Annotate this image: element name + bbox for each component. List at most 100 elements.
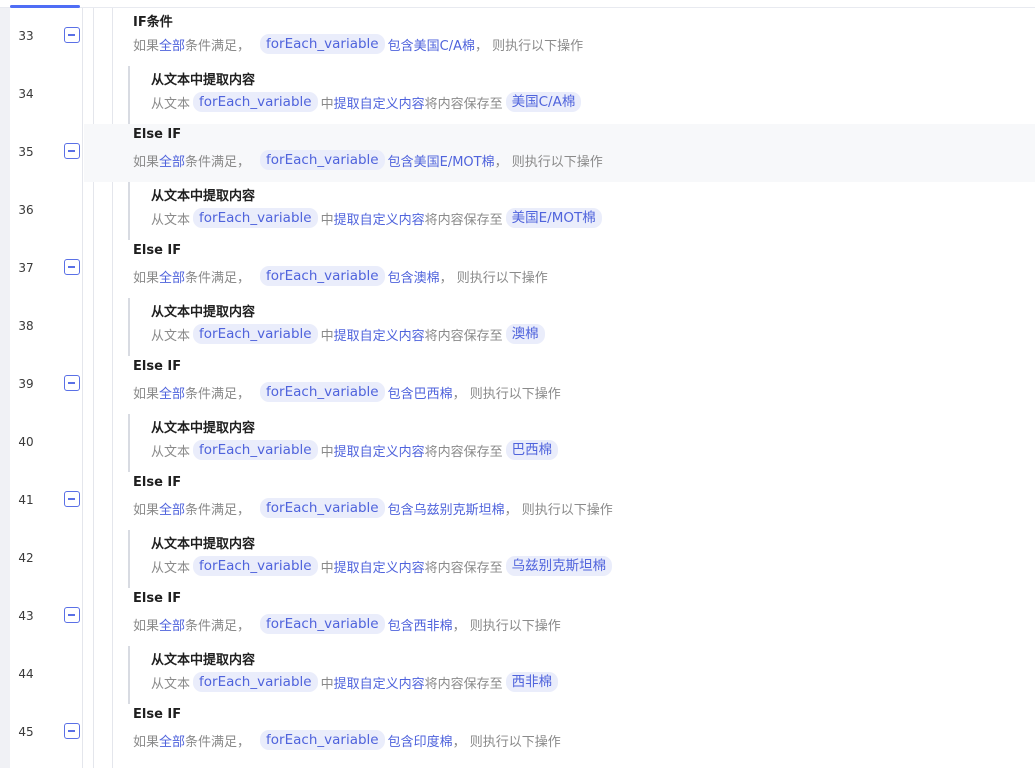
from-text-label: 从文本 bbox=[151, 96, 191, 112]
condition-value[interactable]: 乌兹别克斯坦棉 bbox=[414, 499, 505, 518]
collapse-minus-icon[interactable] bbox=[64, 491, 80, 507]
condition-step-row[interactable]: 43 Else IF 如果 全部 条件满足， forEach_variable 包含 西非棉，… bbox=[0, 588, 1035, 646]
condition-step-row[interactable]: 33 IF条件 如果 全部 条件满足， forEach_variable 包含 美国C/A棉，… bbox=[0, 8, 1035, 66]
condition-value[interactable]: 美国E/MOT棉 bbox=[414, 151, 495, 170]
conditions-met-text: 条件满足， bbox=[185, 154, 251, 170]
condition-title: Else IF bbox=[133, 475, 182, 490]
action-description: 从文本 forEach_variable 中提取自定义内容 将内容保存至 美国E/MOT… bbox=[151, 208, 605, 228]
operator-contains[interactable]: 包含 bbox=[388, 615, 414, 634]
operator-contains[interactable]: 包含 bbox=[388, 267, 414, 286]
extract-step-row[interactable]: 36 从文本中提取内容 从文本 forEach_variable 中提取自定义内容 将内容… bbox=[0, 182, 1035, 240]
operator-contains[interactable]: 包含 bbox=[388, 499, 414, 518]
extract-step-row[interactable]: 34 从文本中提取内容 从文本 forEach_variable 中提取自定义内容 将内容… bbox=[0, 66, 1035, 124]
match-all-link[interactable]: 全部 bbox=[159, 499, 185, 518]
line-number: 41 bbox=[18, 493, 34, 507]
line-number: 43 bbox=[18, 609, 34, 623]
condition-step-row[interactable]: 45 Else IF 如果 全部 条件满足， forEach_variable 包含 印度棉，… bbox=[0, 704, 1035, 762]
match-all-link[interactable]: 全部 bbox=[159, 35, 185, 54]
extract-mode-link[interactable]: 提取自定义内容 bbox=[334, 93, 425, 112]
condition-value[interactable]: 西非棉 bbox=[414, 615, 453, 634]
middle-text: 中 bbox=[320, 444, 334, 460]
collapse-minus-icon[interactable] bbox=[64, 607, 80, 623]
condition-step-row[interactable]: 39 Else IF 如果 全部 条件满足， forEach_variable 包含 巴西棉，… bbox=[0, 356, 1035, 414]
match-all-link[interactable]: 全部 bbox=[159, 151, 185, 170]
variable-chip[interactable]: forEach_variable bbox=[193, 440, 318, 460]
variable-chip[interactable]: forEach_variable bbox=[260, 34, 385, 54]
operator-contains[interactable]: 包含 bbox=[388, 383, 414, 402]
condition-title: IF条件 bbox=[133, 15, 173, 30]
extract-mode-link[interactable]: 提取自定义内容 bbox=[334, 209, 425, 228]
operator-contains[interactable]: 包含 bbox=[388, 731, 414, 750]
conditions-met-text: 条件满足， bbox=[185, 502, 251, 518]
collapse-minus-icon[interactable] bbox=[64, 723, 80, 739]
nested-step-bar bbox=[128, 646, 130, 704]
target-variable-chip[interactable]: 澳棉 bbox=[505, 324, 545, 344]
then-execute-text: ， 则执行以下操作 bbox=[439, 270, 548, 286]
collapse-minus-icon[interactable] bbox=[64, 375, 80, 391]
extract-mode-link[interactable]: 提取自定义内容 bbox=[334, 673, 425, 692]
middle-text: 中 bbox=[320, 96, 334, 112]
then-execute-text: ， 则执行以下操作 bbox=[452, 734, 561, 750]
operator-contains[interactable]: 包含 bbox=[388, 151, 414, 170]
condition-title: Else IF bbox=[133, 243, 182, 258]
condition-value[interactable]: 澳棉 bbox=[414, 267, 440, 286]
variable-chip[interactable]: forEach_variable bbox=[260, 614, 385, 634]
condition-title: Else IF bbox=[133, 127, 182, 142]
line-number: 45 bbox=[18, 725, 34, 739]
variable-chip[interactable]: forEach_variable bbox=[193, 672, 318, 692]
extract-step-row[interactable]: 38 从文本中提取内容 从文本 forEach_variable 中提取自定义内容 将内容… bbox=[0, 298, 1035, 356]
condition-value[interactable]: 巴西棉 bbox=[414, 383, 453, 402]
condition-step-row[interactable]: 35 Else IF 如果 全部 条件满足， forEach_variable 包含 美国E/… bbox=[0, 124, 1035, 182]
extract-mode-link[interactable]: 提取自定义内容 bbox=[334, 325, 425, 344]
condition-title: Else IF bbox=[133, 707, 182, 722]
condition-value[interactable]: 印度棉 bbox=[414, 731, 453, 750]
target-variable-chip[interactable]: 美国E/MOT棉 bbox=[505, 208, 602, 228]
collapse-minus-icon[interactable] bbox=[64, 143, 80, 159]
middle-text: 中 bbox=[320, 676, 334, 692]
extract-mode-link[interactable]: 提取自定义内容 bbox=[334, 441, 425, 460]
match-all-link[interactable]: 全部 bbox=[159, 731, 185, 750]
variable-chip[interactable]: forEach_variable bbox=[193, 556, 318, 576]
line-number: 39 bbox=[18, 377, 34, 391]
if-prefix-text: 如果 bbox=[133, 502, 160, 518]
variable-chip[interactable]: forEach_variable bbox=[260, 150, 385, 170]
condition-value[interactable]: 美国C/A棉 bbox=[414, 35, 475, 54]
condition-description: 如果 全部 条件满足， forEach_variable 包含 美国E/MOT棉， 则执行… bbox=[133, 150, 603, 170]
then-execute-text: ， 则执行以下操作 bbox=[452, 386, 561, 402]
extract-step-row[interactable]: 44 从文本中提取内容 从文本 forEach_variable 中提取自定义内容 将内容… bbox=[0, 646, 1035, 704]
variable-chip[interactable]: forEach_variable bbox=[193, 324, 318, 344]
variable-chip[interactable]: forEach_variable bbox=[260, 266, 385, 286]
variable-chip[interactable]: forEach_variable bbox=[260, 498, 385, 518]
collapse-minus-icon[interactable] bbox=[64, 259, 80, 275]
action-description: 从文本 forEach_variable 中提取自定义内容 将内容保存至 美国C/A棉 bbox=[151, 92, 584, 112]
nested-step-bar bbox=[128, 298, 130, 356]
from-text-label: 从文本 bbox=[151, 444, 191, 460]
condition-step-row[interactable]: 37 Else IF 如果 全部 条件满足， forEach_variable 包含 澳棉， … bbox=[0, 240, 1035, 298]
extract-mode-link[interactable]: 提取自定义内容 bbox=[334, 557, 425, 576]
match-all-link[interactable]: 全部 bbox=[159, 615, 185, 634]
operator-contains[interactable]: 包含 bbox=[388, 35, 414, 54]
if-prefix-text: 如果 bbox=[133, 38, 160, 54]
condition-step-row[interactable]: 41 Else IF 如果 全部 条件满足， forEach_variable 包含 乌兹别克… bbox=[0, 472, 1035, 530]
save-to-text: 将内容保存至 bbox=[424, 328, 503, 344]
save-to-text: 将内容保存至 bbox=[424, 444, 503, 460]
match-all-link[interactable]: 全部 bbox=[159, 267, 185, 286]
target-variable-chip[interactable]: 西非棉 bbox=[505, 672, 559, 692]
flow-step-list: 33 IF条件 如果 全部 条件满足， forEach_variable 包含 美国C/A棉，… bbox=[0, 0, 1035, 768]
line-number: 36 bbox=[18, 203, 34, 217]
collapse-minus-icon[interactable] bbox=[64, 27, 80, 43]
match-all-link[interactable]: 全部 bbox=[159, 383, 185, 402]
line-number: 34 bbox=[18, 87, 34, 101]
extract-step-row[interactable]: 42 从文本中提取内容 从文本 forEach_variable 中提取自定义内容 将内容… bbox=[0, 530, 1035, 588]
nested-step-bar bbox=[128, 530, 130, 588]
variable-chip[interactable]: forEach_variable bbox=[193, 208, 318, 228]
variable-chip[interactable]: forEach_variable bbox=[260, 730, 385, 750]
condition-description: 如果 全部 条件满足， forEach_variable 包含 巴西棉， 则执行以下操作 bbox=[133, 382, 561, 402]
extract-step-row[interactable]: 40 从文本中提取内容 从文本 forEach_variable 中提取自定义内容 将内容… bbox=[0, 414, 1035, 472]
target-variable-chip[interactable]: 美国C/A棉 bbox=[505, 92, 582, 112]
target-variable-chip[interactable]: 乌兹别克斯坦棉 bbox=[505, 556, 613, 576]
target-variable-chip[interactable]: 巴西棉 bbox=[505, 440, 559, 460]
middle-text: 中 bbox=[320, 212, 334, 228]
variable-chip[interactable]: forEach_variable bbox=[260, 382, 385, 402]
variable-chip[interactable]: forEach_variable bbox=[193, 92, 318, 112]
